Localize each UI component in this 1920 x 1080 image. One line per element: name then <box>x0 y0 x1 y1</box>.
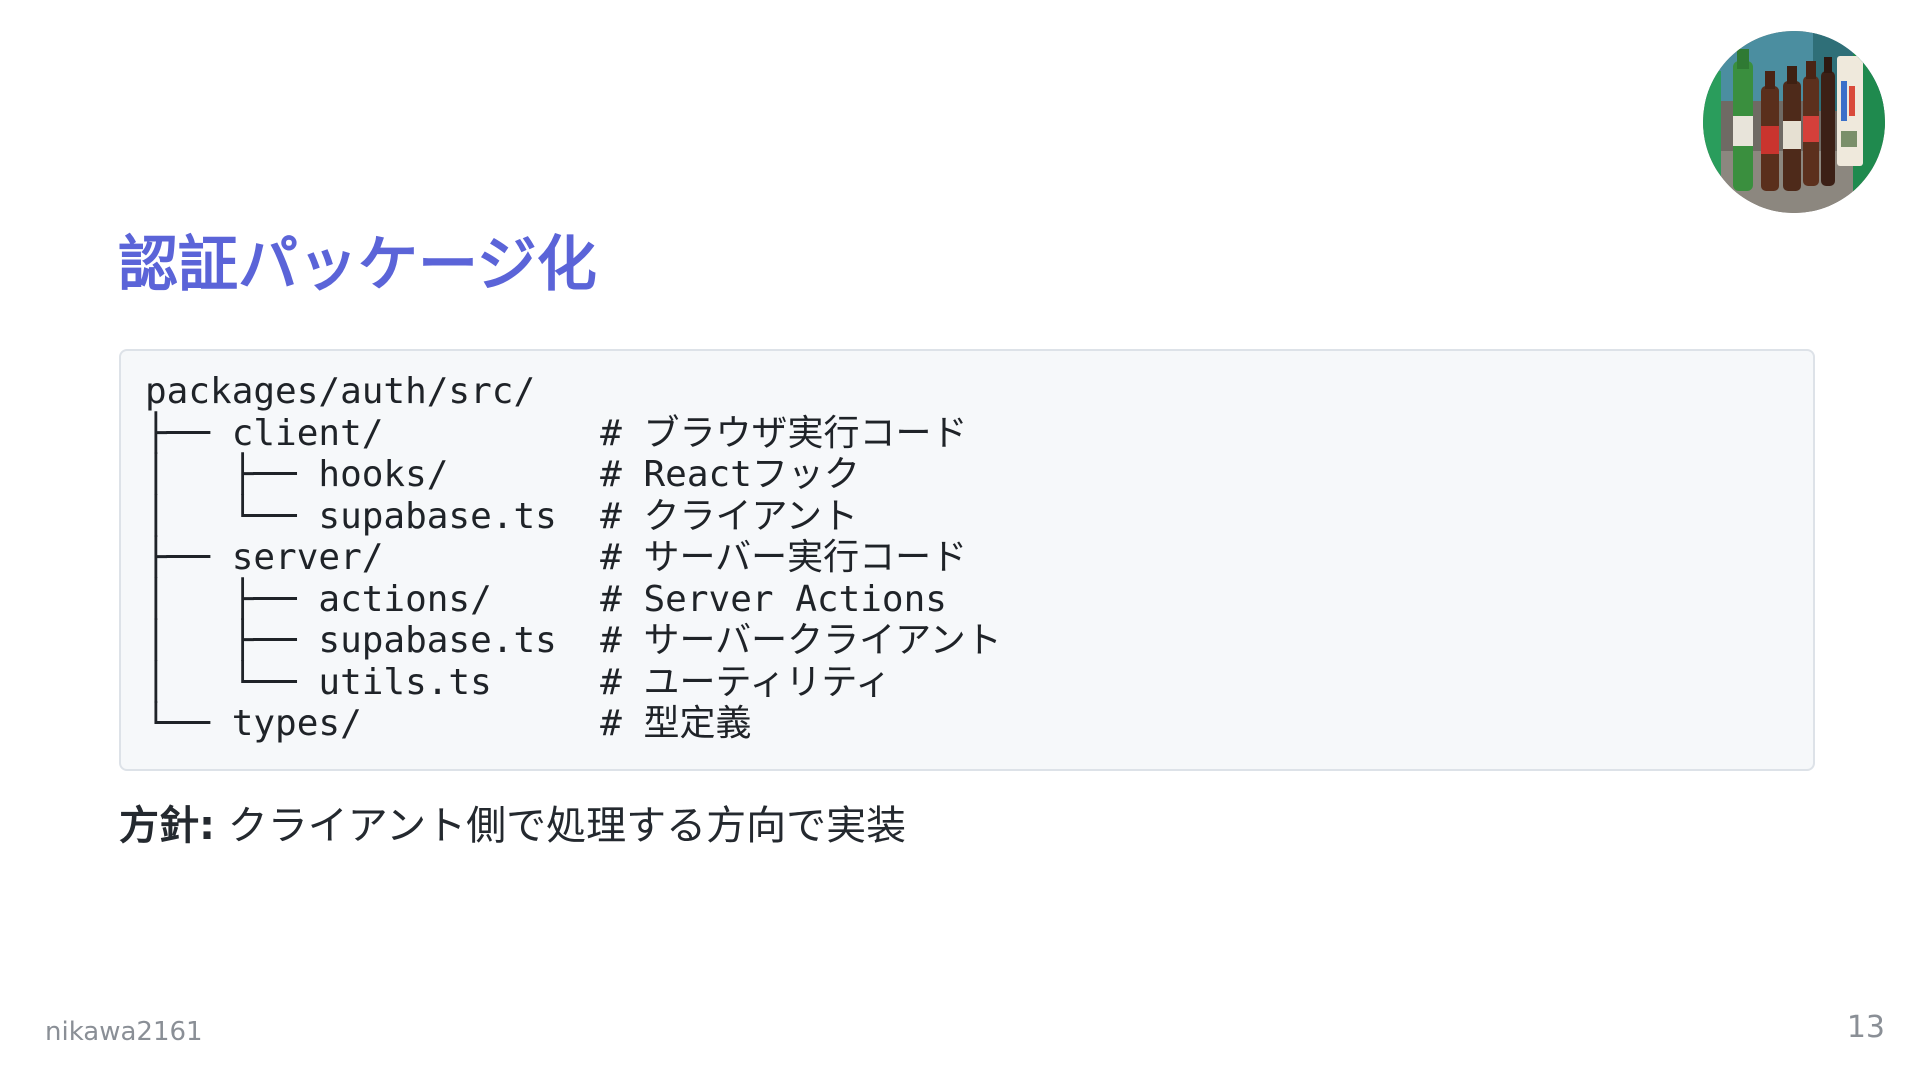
avatar <box>1703 31 1885 213</box>
code-line: │ ├── actions/ # Server Actions <box>145 578 947 620</box>
profile-photo-icon <box>1703 31 1885 213</box>
code-line: │ └── utils.ts # ユーティリティ <box>145 661 892 703</box>
code-line: └── types/ # 型定義 <box>145 703 752 744</box>
slide: 認証パッケージ化 packages/auth/src/ ├── client/ … <box>0 0 1920 1080</box>
page-number: 13 <box>1846 1010 1885 1045</box>
code-block: packages/auth/src/ ├── client/ # ブラウザ実行コ… <box>119 349 1815 771</box>
policy-separator: : <box>199 803 215 849</box>
directory-tree: packages/auth/src/ ├── client/ # ブラウザ実行コ… <box>145 371 1002 745</box>
footer-author: nikawa2161 <box>45 1017 203 1047</box>
policy-text: クライアント側で処理する方向で実装 <box>215 803 907 849</box>
code-line: ├── server/ # サーバー実行コード <box>145 537 968 578</box>
code-line: │ ├── hooks/ # Reactフック <box>145 454 860 495</box>
code-line: │ ├── supabase.ts # サーバークライアント <box>145 620 1002 661</box>
slide-title: 認証パッケージ化 <box>118 230 597 300</box>
code-line: packages/auth/src/ <box>145 371 536 412</box>
code-line: │ └── supabase.ts # クライアント <box>145 495 859 537</box>
code-line: ├── client/ # ブラウザ実行コード <box>145 412 968 454</box>
policy-note: 方針: クライアント側で処理する方向で実装 <box>119 796 906 856</box>
policy-label: 方針 <box>119 803 199 849</box>
